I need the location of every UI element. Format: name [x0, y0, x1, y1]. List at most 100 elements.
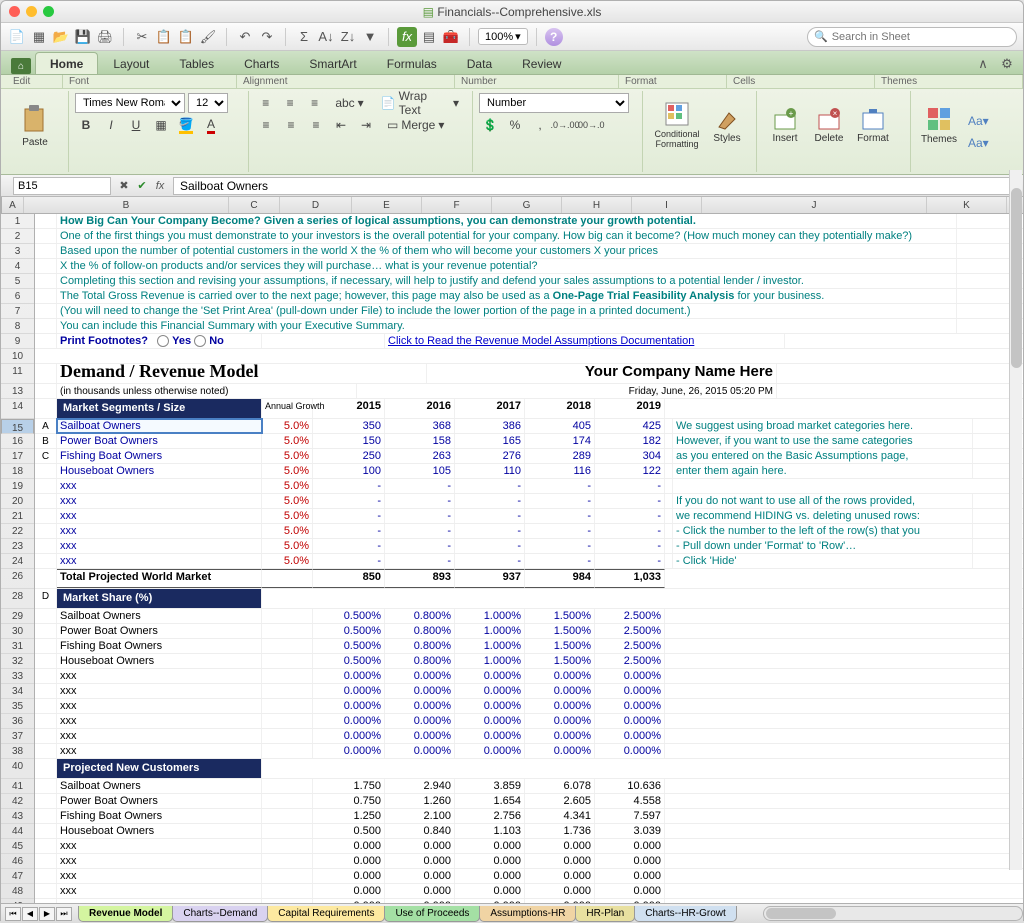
cell[interactable]: xxx	[57, 869, 262, 883]
tab-formulas[interactable]: Formulas	[372, 52, 452, 74]
cell[interactable]: 3.039	[595, 824, 665, 838]
cell[interactable]: -	[385, 524, 455, 538]
align-top-icon[interactable]: ≡	[255, 93, 276, 113]
increase-decimal-icon[interactable]: .00→.0	[579, 115, 601, 135]
cell[interactable]	[35, 539, 57, 553]
cell[interactable]: -	[385, 539, 455, 553]
cell[interactable]: 0.000%	[313, 669, 385, 683]
cell[interactable]: Print Footnotes? Yes No	[57, 334, 262, 348]
cell[interactable]: 0.000%	[385, 669, 455, 683]
cell[interactable]: xxx	[57, 494, 262, 508]
confirm-edit-icon[interactable]: ✔	[133, 177, 151, 195]
cell[interactable]: 0.000%	[525, 744, 595, 758]
column-header[interactable]: G	[492, 197, 562, 213]
cell[interactable]: 0.840	[385, 824, 455, 838]
cell[interactable]: -	[385, 554, 455, 568]
cell[interactable]: Houseboat Owners	[57, 654, 262, 668]
cell[interactable]	[262, 809, 313, 823]
cell[interactable]: -	[525, 554, 595, 568]
cell[interactable]: 100	[313, 464, 385, 478]
cell[interactable]: If you do not want to use all of the row…	[673, 494, 973, 508]
cell[interactable]: 5.0%	[262, 464, 313, 478]
cell[interactable]: 1.736	[525, 824, 595, 838]
cell[interactable]: xxx	[57, 669, 262, 683]
font-name-select[interactable]: Times New Roman	[75, 93, 185, 113]
undo-icon[interactable]: ↶	[235, 27, 255, 47]
cell[interactable]: xxx	[57, 479, 262, 493]
help-icon[interactable]: ?	[545, 28, 563, 46]
row-header[interactable]: 14	[1, 399, 34, 419]
save-icon[interactable]: 💾	[73, 27, 93, 47]
themes-button[interactable]: Themes	[917, 93, 961, 157]
cell[interactable]: -	[455, 554, 525, 568]
cell[interactable]	[665, 524, 673, 538]
cell[interactable]: 122	[595, 464, 665, 478]
tab-tables[interactable]: Tables	[164, 52, 229, 74]
row-header[interactable]: 38	[1, 744, 34, 759]
cell[interactable]	[35, 744, 57, 758]
cell[interactable]: 0.000%	[595, 669, 665, 683]
cell[interactable]: 0.000%	[313, 729, 385, 743]
align-left-icon[interactable]: ≡	[255, 115, 277, 135]
row-header[interactable]: 44	[1, 824, 34, 839]
cell[interactable]	[35, 854, 57, 868]
cell[interactable]: Houseboat Owners	[57, 824, 262, 838]
cell[interactable]: 0.000%	[313, 699, 385, 713]
row-header[interactable]: 48	[1, 884, 34, 899]
delete-button[interactable]: × Delete	[807, 93, 851, 157]
cell[interactable]: 5.0%	[262, 434, 313, 448]
print-icon[interactable]: 🖨	[95, 27, 115, 47]
row-header[interactable]: 31	[1, 639, 34, 654]
cell[interactable]: 0.000	[455, 854, 525, 868]
cell[interactable]	[262, 824, 313, 838]
row-header[interactable]: 32	[1, 654, 34, 669]
cell[interactable]: We suggest using broad market categories…	[673, 419, 973, 433]
cell[interactable]: 0.000%	[595, 744, 665, 758]
cell[interactable]: Power Boat Owners	[57, 794, 262, 808]
cell[interactable]	[35, 624, 57, 638]
cell[interactable]	[35, 869, 57, 883]
cell[interactable]: 5.0%	[262, 419, 313, 433]
cell[interactable]: 1.260	[385, 794, 455, 808]
cell[interactable]: 2016	[385, 399, 455, 418]
cell[interactable]: 304	[595, 449, 665, 463]
cell[interactable]: You can include this Financial Summary w…	[57, 319, 957, 333]
cell[interactable]: However, if you want to use the same cat…	[673, 434, 973, 448]
cell[interactable]	[35, 699, 57, 713]
cell[interactable]: -	[525, 539, 595, 553]
cell[interactable]: 0.800%	[385, 654, 455, 668]
sheet-nav-prev[interactable]: ◀	[22, 907, 38, 921]
cell[interactable]: 2.940	[385, 779, 455, 793]
insert-button[interactable]: + Insert	[763, 93, 807, 157]
cell[interactable]: - Click 'Hide'	[673, 554, 973, 568]
cell[interactable]: 0.000	[455, 869, 525, 883]
spreadsheet-grid[interactable]: ABCDEFGHIJKLM 12345678910111314151617181…	[1, 197, 1023, 903]
cell[interactable]: -	[385, 509, 455, 523]
cell[interactable]	[35, 569, 57, 588]
cell[interactable]	[35, 364, 57, 383]
sheet-tab[interactable]: Revenue Model	[78, 906, 173, 922]
cell[interactable]	[35, 794, 57, 808]
cell[interactable]: xxx	[57, 884, 262, 898]
cell[interactable]: -	[525, 509, 595, 523]
cell[interactable]: 0.000	[313, 854, 385, 868]
tab-review[interactable]: Review	[507, 52, 576, 74]
cell[interactable]	[35, 244, 57, 258]
cell[interactable]	[35, 554, 57, 568]
cell[interactable]	[262, 609, 313, 623]
conditional-formatting-button[interactable]: Conditional Formatting	[649, 93, 705, 157]
cell[interactable]: -	[385, 479, 455, 493]
cell[interactable]	[665, 434, 673, 448]
cell[interactable]: -	[455, 494, 525, 508]
column-header[interactable]: D	[280, 197, 352, 213]
cell[interactable]	[262, 639, 313, 653]
cell[interactable]	[35, 214, 57, 228]
cell[interactable]	[665, 554, 673, 568]
cell[interactable]	[262, 729, 313, 743]
cell[interactable]: Sailboat Owners	[57, 419, 262, 433]
cell[interactable]: xxx	[57, 509, 262, 523]
cell[interactable]: 0.000	[455, 884, 525, 898]
column-header[interactable]: E	[352, 197, 422, 213]
cell[interactable]: (You will need to change the 'Set Print …	[57, 304, 957, 318]
cell[interactable]: 984	[525, 569, 595, 588]
